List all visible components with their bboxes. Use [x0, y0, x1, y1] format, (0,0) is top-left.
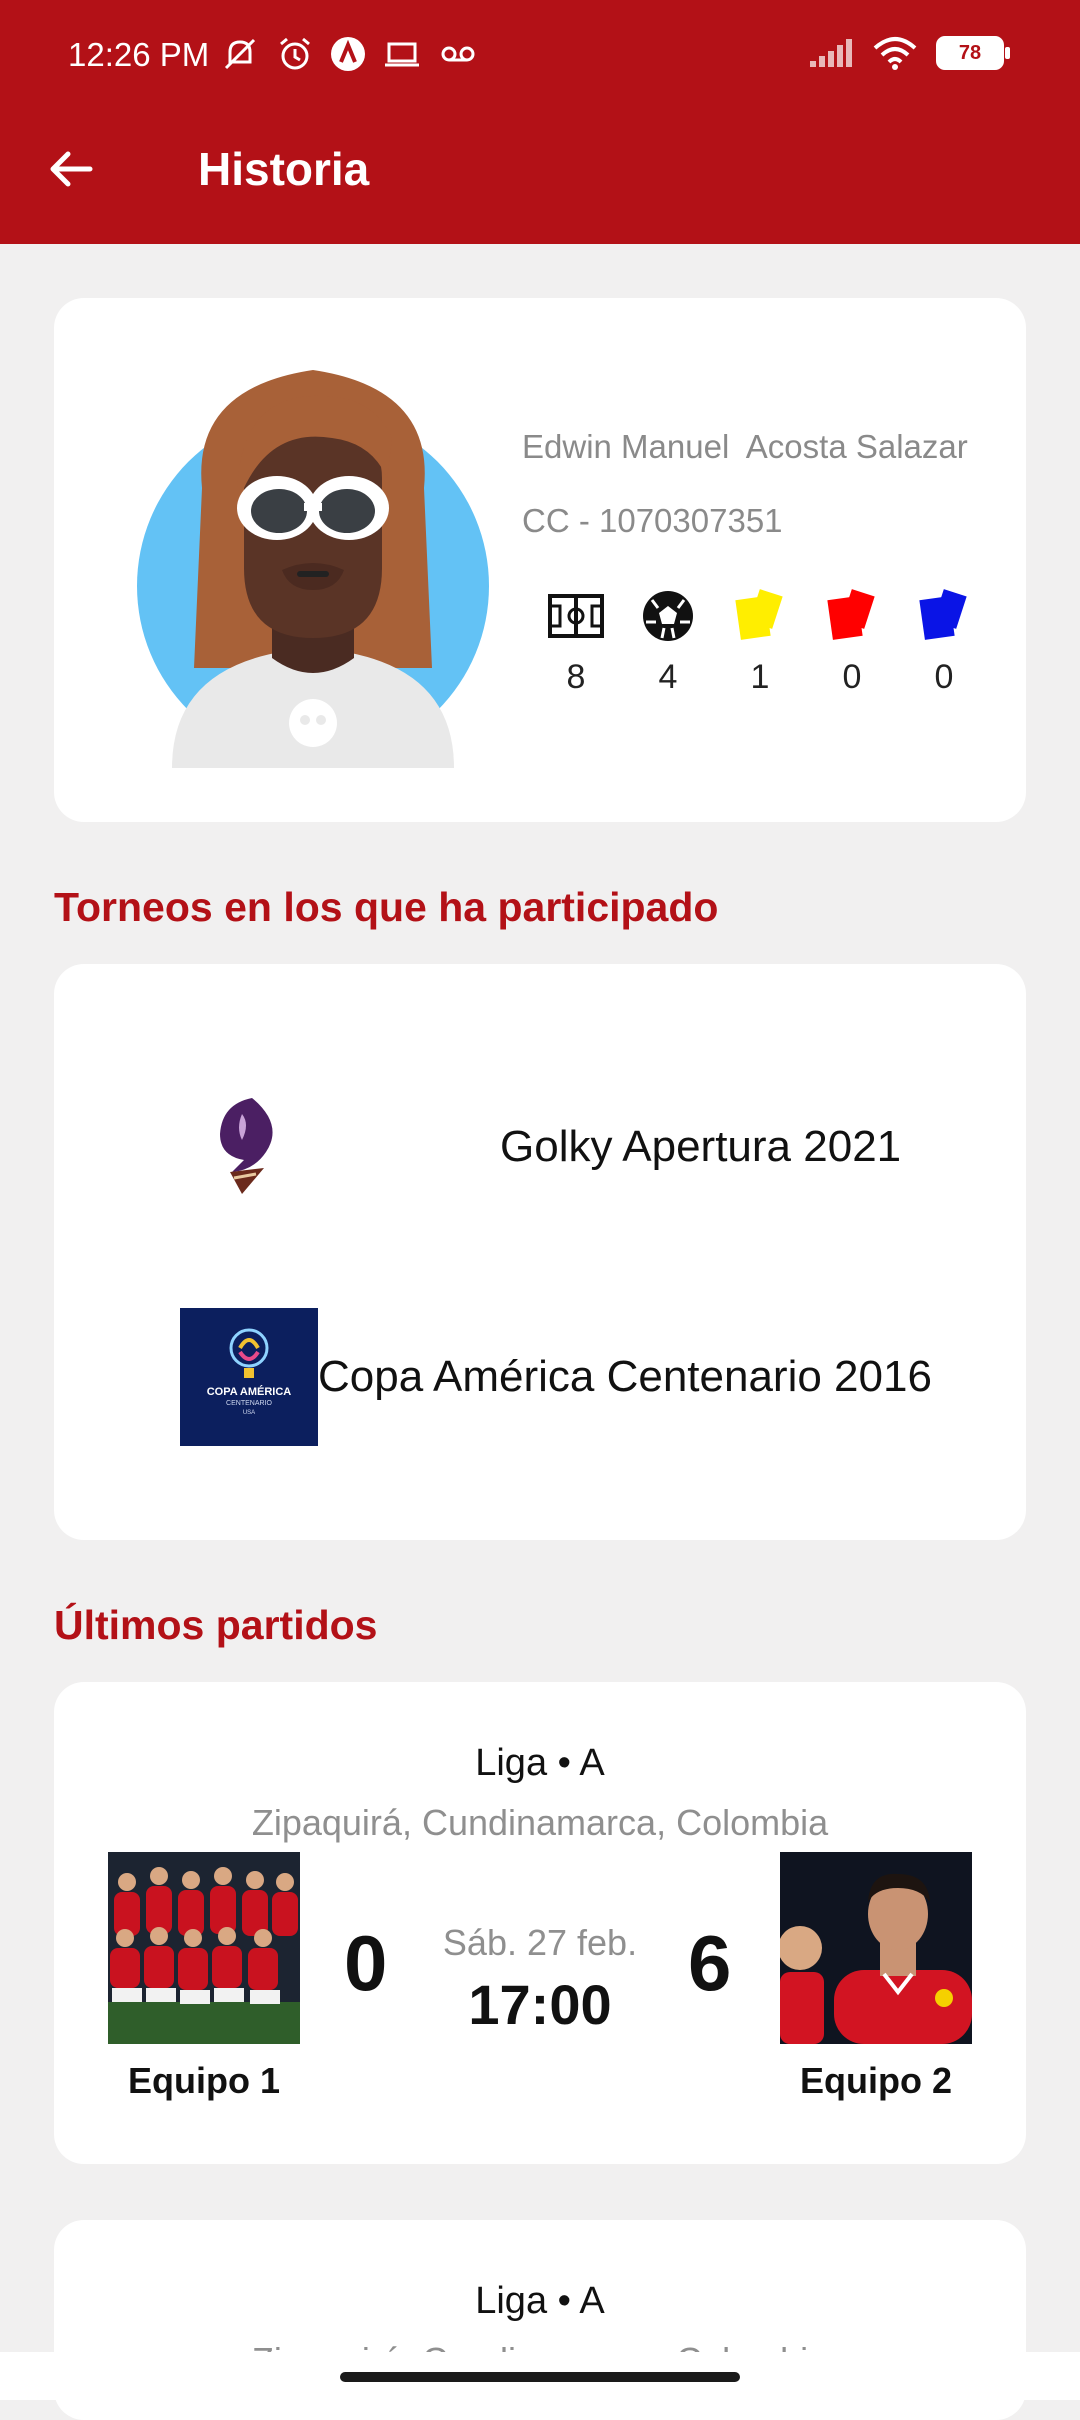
tournaments-section-title: Torneos en los que ha participado [54, 884, 719, 930]
away-score: 6 [688, 1919, 732, 2007]
stat-matches: 8 [530, 588, 622, 697]
stat-goals-value: 4 [658, 658, 678, 696]
player-name: Edwin Manuel Acosta Salazar [522, 428, 968, 465]
copa-logo-text: COPA AMÉRICA [206, 1386, 292, 1398]
laptop-icon [385, 42, 419, 67]
alarm-icon [280, 37, 310, 70]
back-arrow-icon[interactable] [46, 144, 96, 194]
stat-blue-cards: 0 [898, 588, 990, 697]
status-icons-right: 78 [808, 36, 1010, 70]
stat-blue-cards-value: 0 [934, 658, 954, 696]
trophy-icon [229, 1328, 269, 1378]
copa-logo-usa: USA [242, 1410, 256, 1416]
soccer-ball-icon [643, 591, 693, 641]
app-bar: Historia [0, 118, 1080, 244]
player-id: CC - 1070307351 [522, 502, 783, 539]
copa-america-logo: COPA AMÉRICA CENTENARIO USA [180, 1308, 318, 1446]
match-location: Zipaquirá, Cundinamarca, Colombia [251, 1802, 829, 1843]
profile-card: Edwin Manuel Acosta Salazar CC - 1070307… [54, 298, 1026, 822]
tournaments-card: Golky Apertura 2021 COPA AMÉRICA CENTENA… [54, 964, 1026, 1540]
app-a-icon [331, 37, 365, 71]
muted-bell-icon [224, 38, 256, 70]
system-nav-bar [0, 2352, 1080, 2400]
wifi-icon [873, 37, 917, 70]
red-card-icon [827, 589, 875, 640]
stat-matches-value: 8 [566, 658, 586, 696]
away-team-name: Equipo 2 [800, 2060, 952, 2101]
matches-section-title: Últimos partidos [54, 1602, 378, 1648]
match-card[interactable]: Liga • A Zipaquirá, Cundinamarca, Colomb… [54, 1682, 1026, 2164]
field-icon [548, 594, 604, 638]
tournament-item[interactable]: COPA AMÉRICA CENTENARIO USA Copa América… [54, 1308, 1026, 1446]
signal-icon [810, 39, 852, 67]
blue-card-icon [919, 589, 967, 640]
home-team-name: Equipo 1 [128, 2060, 280, 2101]
avatar [137, 370, 489, 768]
stat-yellow-cards: 1 [714, 588, 806, 697]
stat-red-cards: 0 [806, 588, 898, 697]
page-title: Historia [198, 143, 370, 195]
stat-red-cards-value: 0 [842, 658, 862, 696]
status-icons-left [220, 36, 478, 72]
home-gesture-handle[interactable] [340, 2372, 740, 2382]
yellow-card-icon [735, 589, 783, 640]
match-league: Liga • A [475, 1742, 605, 1784]
golky-logo-icon [220, 1098, 273, 1194]
player-stats: 8 4 1 0 0 [530, 588, 990, 697]
battery-icon: 78 [936, 36, 1010, 70]
away-team-photo [780, 1852, 972, 2044]
team-photo-image [780, 1852, 972, 2044]
stat-goals: 4 [622, 588, 714, 697]
copa-logo-subtext: CENTENARIO [226, 1400, 272, 1407]
tournament-name: Copa América Centenario 2016 [318, 1352, 932, 1401]
match-league: Liga • A [475, 2280, 605, 2322]
tournament-name: Golky Apertura 2021 [500, 1122, 902, 1171]
stat-yellow-cards-value: 1 [750, 658, 770, 696]
status-time: 12:26 PM [68, 36, 210, 73]
tournament-item[interactable]: Golky Apertura 2021 [54, 1094, 1026, 1204]
status-bar: 12:26 PM 78 [0, 0, 1080, 118]
voicemail-icon [441, 46, 475, 62]
